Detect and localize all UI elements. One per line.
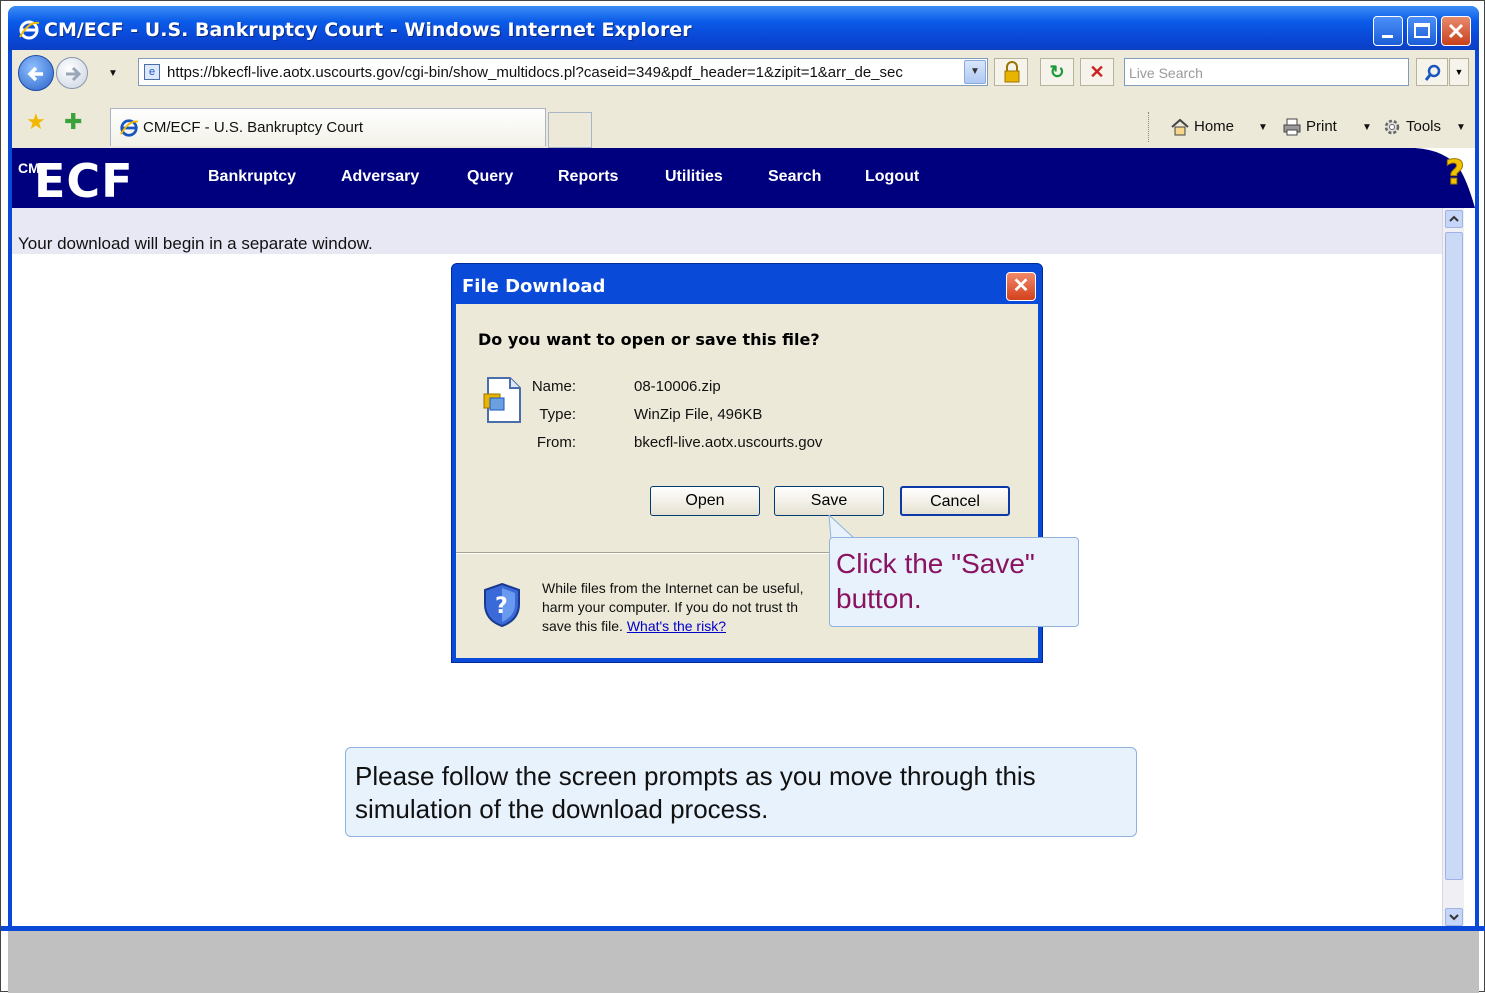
search-icon (1424, 64, 1441, 81)
tab-title: CM/ECF - U.S. Bankruptcy Court (143, 119, 364, 136)
print-icon (1283, 118, 1301, 136)
tab-active[interactable]: CM/ECF - U.S. Bankruptcy Court (110, 108, 546, 146)
tools-button[interactable]: Tools (1382, 118, 1441, 136)
from-value: bkecfl-live.aotx.uscourts.gov (634, 434, 823, 451)
new-tab-button[interactable] (548, 112, 592, 148)
svg-text:?: ? (1445, 153, 1465, 193)
warning-line-3: save this file. (542, 618, 623, 634)
window-title: CM/ECF - U.S. Bankruptcy Court - Windows… (44, 19, 692, 41)
tab-bar: ★ ✚ CM/ECF - U.S. Bankruptcy Court Home … (12, 100, 1475, 148)
navigation-bar: ▼ e https://bkecfl-live.aotx.uscourts.go… (12, 50, 1475, 100)
vertical-scrollbar[interactable] (1442, 208, 1464, 931)
address-bar[interactable]: e https://bkecfl-live.aotx.uscourts.gov/… (138, 58, 988, 86)
print-button[interactable]: Print (1282, 118, 1337, 136)
screen: CM/ECF - U.S. Bankruptcy Court - Windows… (0, 0, 1485, 993)
home-dropdown[interactable]: ▼ (1258, 122, 1268, 133)
add-favorites-icon[interactable]: ✚ (64, 111, 82, 133)
risk-link[interactable]: What's the risk? (627, 618, 726, 634)
close-window-button[interactable] (1441, 16, 1471, 46)
warning-line-1: While files from the Internet can be use… (542, 580, 804, 596)
name-value: 08-10006.zip (634, 378, 721, 395)
type-value: WinZip File, 496KB (634, 406, 763, 423)
shield-icon: ? (484, 582, 520, 628)
svg-text:?: ? (495, 594, 508, 619)
save-button[interactable]: Save (774, 486, 884, 516)
forward-button[interactable] (56, 57, 88, 89)
forward-icon (66, 66, 82, 82)
from-field: From: bkecfl-live.aotx.uscourts.gov (516, 434, 916, 454)
save-callout: Click the "Save" button. (829, 537, 1079, 627)
scroll-down-button[interactable] (1445, 908, 1463, 926)
favorites-icon[interactable]: ★ (26, 111, 46, 133)
instruction-tip: Please follow the screen prompts as you … (345, 747, 1137, 837)
toolbar-separator (1148, 112, 1149, 142)
ie-icon (120, 119, 139, 137)
stop-icon[interactable]: ✕ (1080, 58, 1114, 86)
page-icon: e (144, 64, 160, 80)
home-icon (1171, 118, 1189, 136)
home-button[interactable]: Home (1170, 118, 1234, 136)
print-label: Print (1306, 118, 1337, 135)
dialog-close-button[interactable]: ✕ (1006, 272, 1036, 301)
menu-logout[interactable]: Logout (865, 168, 919, 186)
search-button[interactable] (1416, 58, 1448, 86)
callout-text: Click the "Save" button. (836, 548, 1035, 614)
cancel-button[interactable]: Cancel (900, 486, 1010, 516)
back-button[interactable] (18, 55, 54, 91)
search-options-button[interactable]: ▼ (1449, 58, 1469, 86)
print-dropdown[interactable]: ▼ (1362, 122, 1372, 133)
dialog-title: File Download (462, 276, 606, 297)
download-message: Your download will begin in a separate w… (18, 234, 373, 253)
maximize-button[interactable] (1407, 16, 1437, 46)
menu-search[interactable]: Search (768, 168, 821, 186)
scroll-thumb[interactable] (1445, 232, 1463, 880)
name-field: Name: 08-10006.zip (516, 378, 916, 398)
tools-dropdown[interactable]: ▼ (1456, 122, 1466, 133)
search-input[interactable]: Live Search (1124, 58, 1409, 86)
minimize-button[interactable] (1373, 16, 1403, 46)
browser-chrome: ▼ e https://bkecfl-live.aotx.uscourts.go… (12, 50, 1475, 148)
help-icon[interactable]: ? (1415, 148, 1475, 208)
home-label: Home (1194, 118, 1235, 135)
message-bar: Your download will begin in a separate w… (12, 208, 1442, 254)
menu-reports[interactable]: Reports (558, 168, 618, 186)
back-icon (27, 66, 43, 82)
tip-text: Please follow the screen prompts as you … (355, 761, 1036, 824)
menu-utilities[interactable]: Utilities (665, 168, 723, 186)
dialog-question: Do you want to open or save this file? (478, 330, 820, 349)
tools-label: Tools (1406, 118, 1442, 135)
from-label: From: (536, 434, 576, 451)
lock-icon[interactable] (994, 58, 1028, 86)
history-dropdown[interactable]: ▼ (108, 68, 118, 79)
address-dropdown-button[interactable]: ▼ (964, 60, 986, 84)
ecf-logo: ECF (34, 154, 134, 208)
title-bar: CM/ECF - U.S. Bankruptcy Court - Windows… (8, 6, 1479, 50)
menu-query[interactable]: Query (467, 168, 513, 186)
open-button[interactable]: Open (650, 486, 760, 516)
url-text: https://bkecfl-live.aotx.uscourts.gov/cg… (167, 64, 903, 81)
type-label: Type: (539, 406, 576, 423)
logo-cm: CM (18, 160, 40, 176)
gray-footer-area (8, 931, 1479, 993)
ecf-header: CM ECF Bankruptcy Adversary Query Report… (12, 148, 1475, 208)
type-field: Type: WinZip File, 496KB (516, 406, 916, 426)
search-placeholder: Live Search (1129, 65, 1203, 81)
ie-icon (19, 20, 40, 40)
name-label: Name: (531, 378, 576, 395)
security-warning: While files from the Internet can be use… (542, 579, 842, 636)
refresh-icon[interactable]: ↻ (1040, 58, 1074, 86)
warning-line-2: harm your computer. If you do not trust … (542, 599, 799, 615)
menu-adversary[interactable]: Adversary (341, 168, 419, 186)
scroll-up-button[interactable] (1445, 210, 1463, 228)
menu-bankruptcy[interactable]: Bankruptcy (208, 168, 296, 186)
tools-icon (1384, 119, 1400, 135)
